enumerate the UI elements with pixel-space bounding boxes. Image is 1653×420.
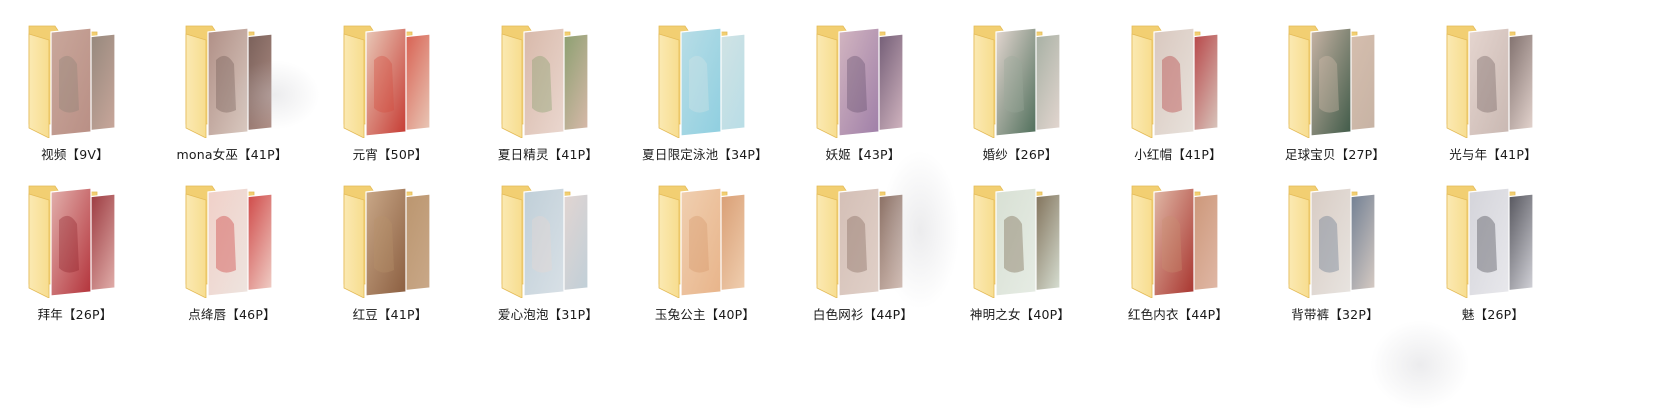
folder-front-shape [1131, 33, 1153, 139]
background-smudge [1370, 320, 1470, 410]
thumbnail-detail [374, 215, 394, 273]
folder-item[interactable]: 魅【26P】 [1418, 160, 1568, 322]
folder-icon [1285, 20, 1385, 139]
folder-name: 拜年【26P】 [37, 307, 113, 322]
folder-front-shape [1288, 33, 1310, 139]
folder-item[interactable]: 元宵【50P】 [315, 0, 465, 162]
folder-icon [655, 20, 755, 139]
folder-item[interactable]: 背带裤【32P】 [1260, 160, 1410, 322]
folder-item[interactable]: 爱心泡泡【31P】 [473, 160, 623, 322]
folder-item[interactable]: 小红帽【41P】 [1103, 0, 1253, 162]
thumbnail-detail [216, 55, 236, 113]
folder-front-shape [816, 33, 838, 139]
thumbnail-detail [1004, 55, 1024, 113]
thumbnail-detail [847, 215, 867, 273]
folder-item[interactable]: mona女巫【41P】 [157, 0, 307, 162]
folder-icon [498, 180, 598, 299]
thumbnail-detail [532, 215, 552, 273]
folder-name: 白色网衫【44P】 [812, 307, 914, 322]
folder-front-shape [185, 33, 207, 139]
folder-item[interactable]: 足球宝贝【27P】 [1260, 0, 1410, 162]
thumbnail-detail [1477, 215, 1497, 273]
folder-item[interactable]: 红豆【41P】 [315, 160, 465, 322]
thumbnail-detail [532, 55, 552, 113]
thumbnail-detail [1162, 215, 1182, 273]
folder-front-shape [343, 33, 365, 139]
folder-front-shape [1131, 193, 1153, 299]
folder-front-shape [1446, 193, 1468, 299]
folder-front-shape [28, 33, 50, 139]
folder-icon [1128, 180, 1228, 299]
thumbnail-detail [216, 215, 236, 273]
folder-icon [813, 20, 913, 139]
folder-front-shape [501, 193, 523, 299]
folder-icon [25, 20, 125, 139]
thumbnail-detail [1004, 215, 1024, 273]
folder-item[interactable]: 拜年【26P】 [0, 160, 150, 322]
folder-item[interactable]: 神明之女【40P】 [945, 160, 1095, 322]
folder-item[interactable]: 白色网衫【44P】 [788, 160, 938, 322]
thumbnail-detail [1162, 55, 1182, 113]
thumbnail-detail [1477, 55, 1497, 113]
folder-name: 点绛唇【46P】 [188, 307, 276, 322]
folder-front-shape [1446, 33, 1468, 139]
thumbnail-detail [59, 215, 79, 273]
folder-front-shape [658, 33, 680, 139]
folder-icon [1443, 20, 1543, 139]
folder-item[interactable]: 夏日精灵【41P】 [473, 0, 623, 162]
folder-item[interactable]: 视频【9V】 [0, 0, 150, 162]
folder-icon [182, 180, 282, 299]
folder-item[interactable]: 妖姬【43P】 [788, 0, 938, 162]
folder-name: 背带裤【32P】 [1291, 307, 1379, 322]
folder-grid: 视频【9V】 mona女巫【41P】 元宵【50P】 夏日精灵【41P】 夏日限定泳池【… [0, 0, 1653, 420]
folder-name: 玉兔公主【40P】 [654, 307, 756, 322]
folder-front-shape [973, 193, 995, 299]
folder-item[interactable]: 婚纱【26P】 [945, 0, 1095, 162]
folder-icon [655, 180, 755, 299]
folder-name: 红色内衣【44P】 [1127, 307, 1229, 322]
folder-front-shape [973, 33, 995, 139]
folder-icon [970, 20, 1070, 139]
folder-front-shape [185, 193, 207, 299]
folder-item[interactable]: 玉兔公主【40P】 [630, 160, 780, 322]
folder-icon [970, 180, 1070, 299]
folder-icon [498, 20, 598, 139]
folder-front-shape [816, 193, 838, 299]
folder-icon [1128, 20, 1228, 139]
folder-name: 爱心泡泡【31P】 [497, 307, 599, 322]
thumbnail-detail [847, 55, 867, 113]
folder-name: 红豆【41P】 [352, 307, 428, 322]
folder-icon [25, 180, 125, 299]
folder-icon [813, 180, 913, 299]
thumbnail-detail [689, 55, 709, 113]
folder-icon [340, 180, 440, 299]
folder-item[interactable]: 夏日限定泳池【34P】 [630, 0, 780, 162]
thumbnail-detail [374, 55, 394, 113]
thumbnail-detail [59, 55, 79, 113]
folder-icon [1443, 180, 1543, 299]
folder-name: 魅【26P】 [1461, 307, 1525, 322]
folder-front-shape [28, 193, 50, 299]
folder-front-shape [343, 193, 365, 299]
folder-front-shape [1288, 193, 1310, 299]
folder-name: 神明之女【40P】 [969, 307, 1071, 322]
thumbnail-detail [1319, 55, 1339, 113]
folder-item[interactable]: 点绛唇【46P】 [157, 160, 307, 322]
thumbnail-detail [1319, 215, 1339, 273]
folder-item[interactable]: 红色内衣【44P】 [1103, 160, 1253, 322]
folder-icon [182, 20, 282, 139]
folder-front-shape [501, 33, 523, 139]
folder-front-shape [658, 193, 680, 299]
folder-icon [1285, 180, 1385, 299]
thumbnail-detail [689, 215, 709, 273]
folder-item[interactable]: 光与年【41P】 [1418, 0, 1568, 162]
folder-icon [340, 20, 440, 139]
